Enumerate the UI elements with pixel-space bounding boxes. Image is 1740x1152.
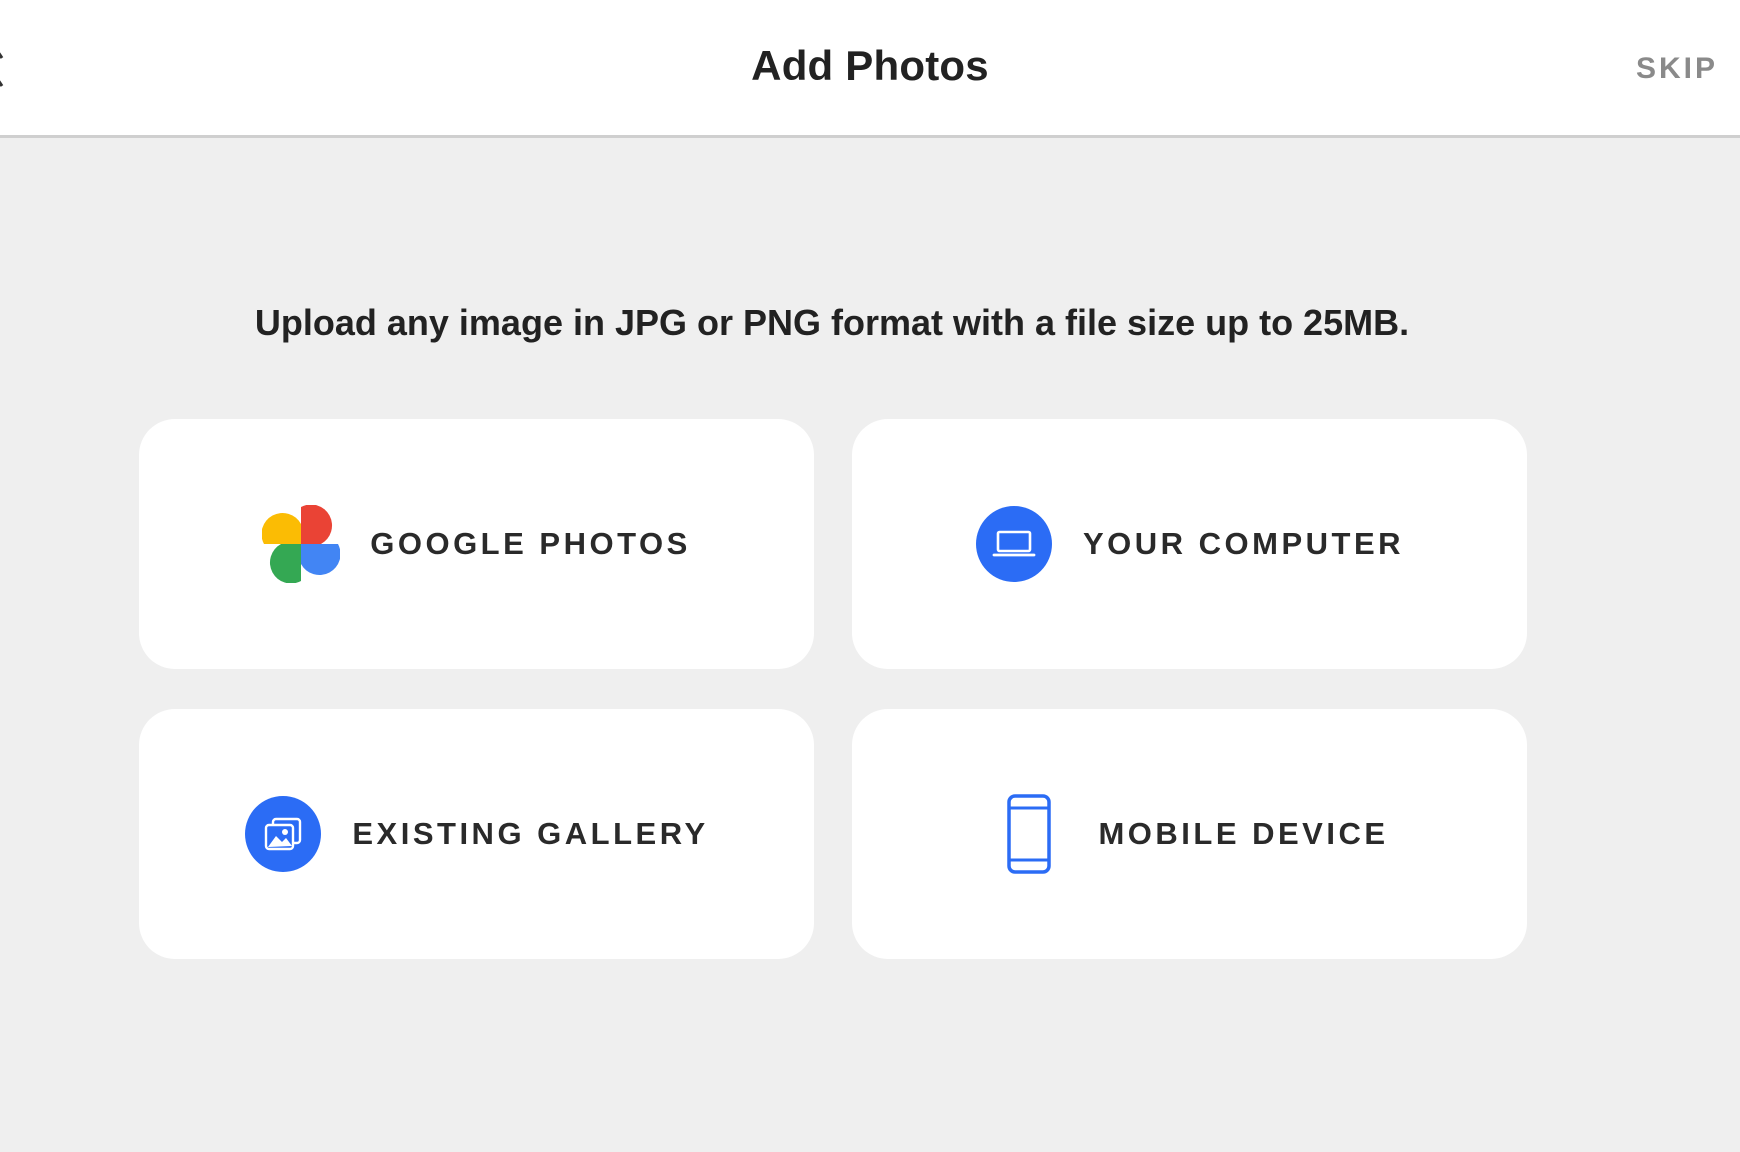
upload-instruction: Upload any image in JPG or PNG format wi… <box>254 302 1410 343</box>
header-bar: Add Photos SKIP <box>0 0 1740 138</box>
laptop-icon <box>975 505 1053 583</box>
upload-source-options: GOOGLE PHOTOS YOUR COMPUTER EXISTING GAL… <box>139 419 1527 959</box>
existing-gallery-label: EXISTING GALLERY <box>352 816 709 851</box>
existing-gallery-option[interactable]: EXISTING GALLERY <box>139 709 814 959</box>
google-photos-option[interactable]: GOOGLE PHOTOS <box>139 419 814 669</box>
your-computer-option[interactable]: YOUR COMPUTER <box>852 419 1527 669</box>
page-title: Add Photos <box>751 42 989 89</box>
google-photos-label: GOOGLE PHOTOS <box>370 526 691 561</box>
your-computer-label: YOUR COMPUTER <box>1082 526 1405 561</box>
add-photos-page: Add Photos SKIP Upload any image in JPG … <box>0 0 1740 1152</box>
google-photos-pinwheel-icon <box>262 505 341 583</box>
image-gallery-icon <box>244 795 322 873</box>
mobile-device-option[interactable]: MOBILE DEVICE <box>852 709 1527 959</box>
mobile-phone-icon <box>990 794 1068 874</box>
skip-button[interactable]: SKIP <box>1630 48 1724 90</box>
mobile-device-label: MOBILE DEVICE <box>1098 816 1389 851</box>
